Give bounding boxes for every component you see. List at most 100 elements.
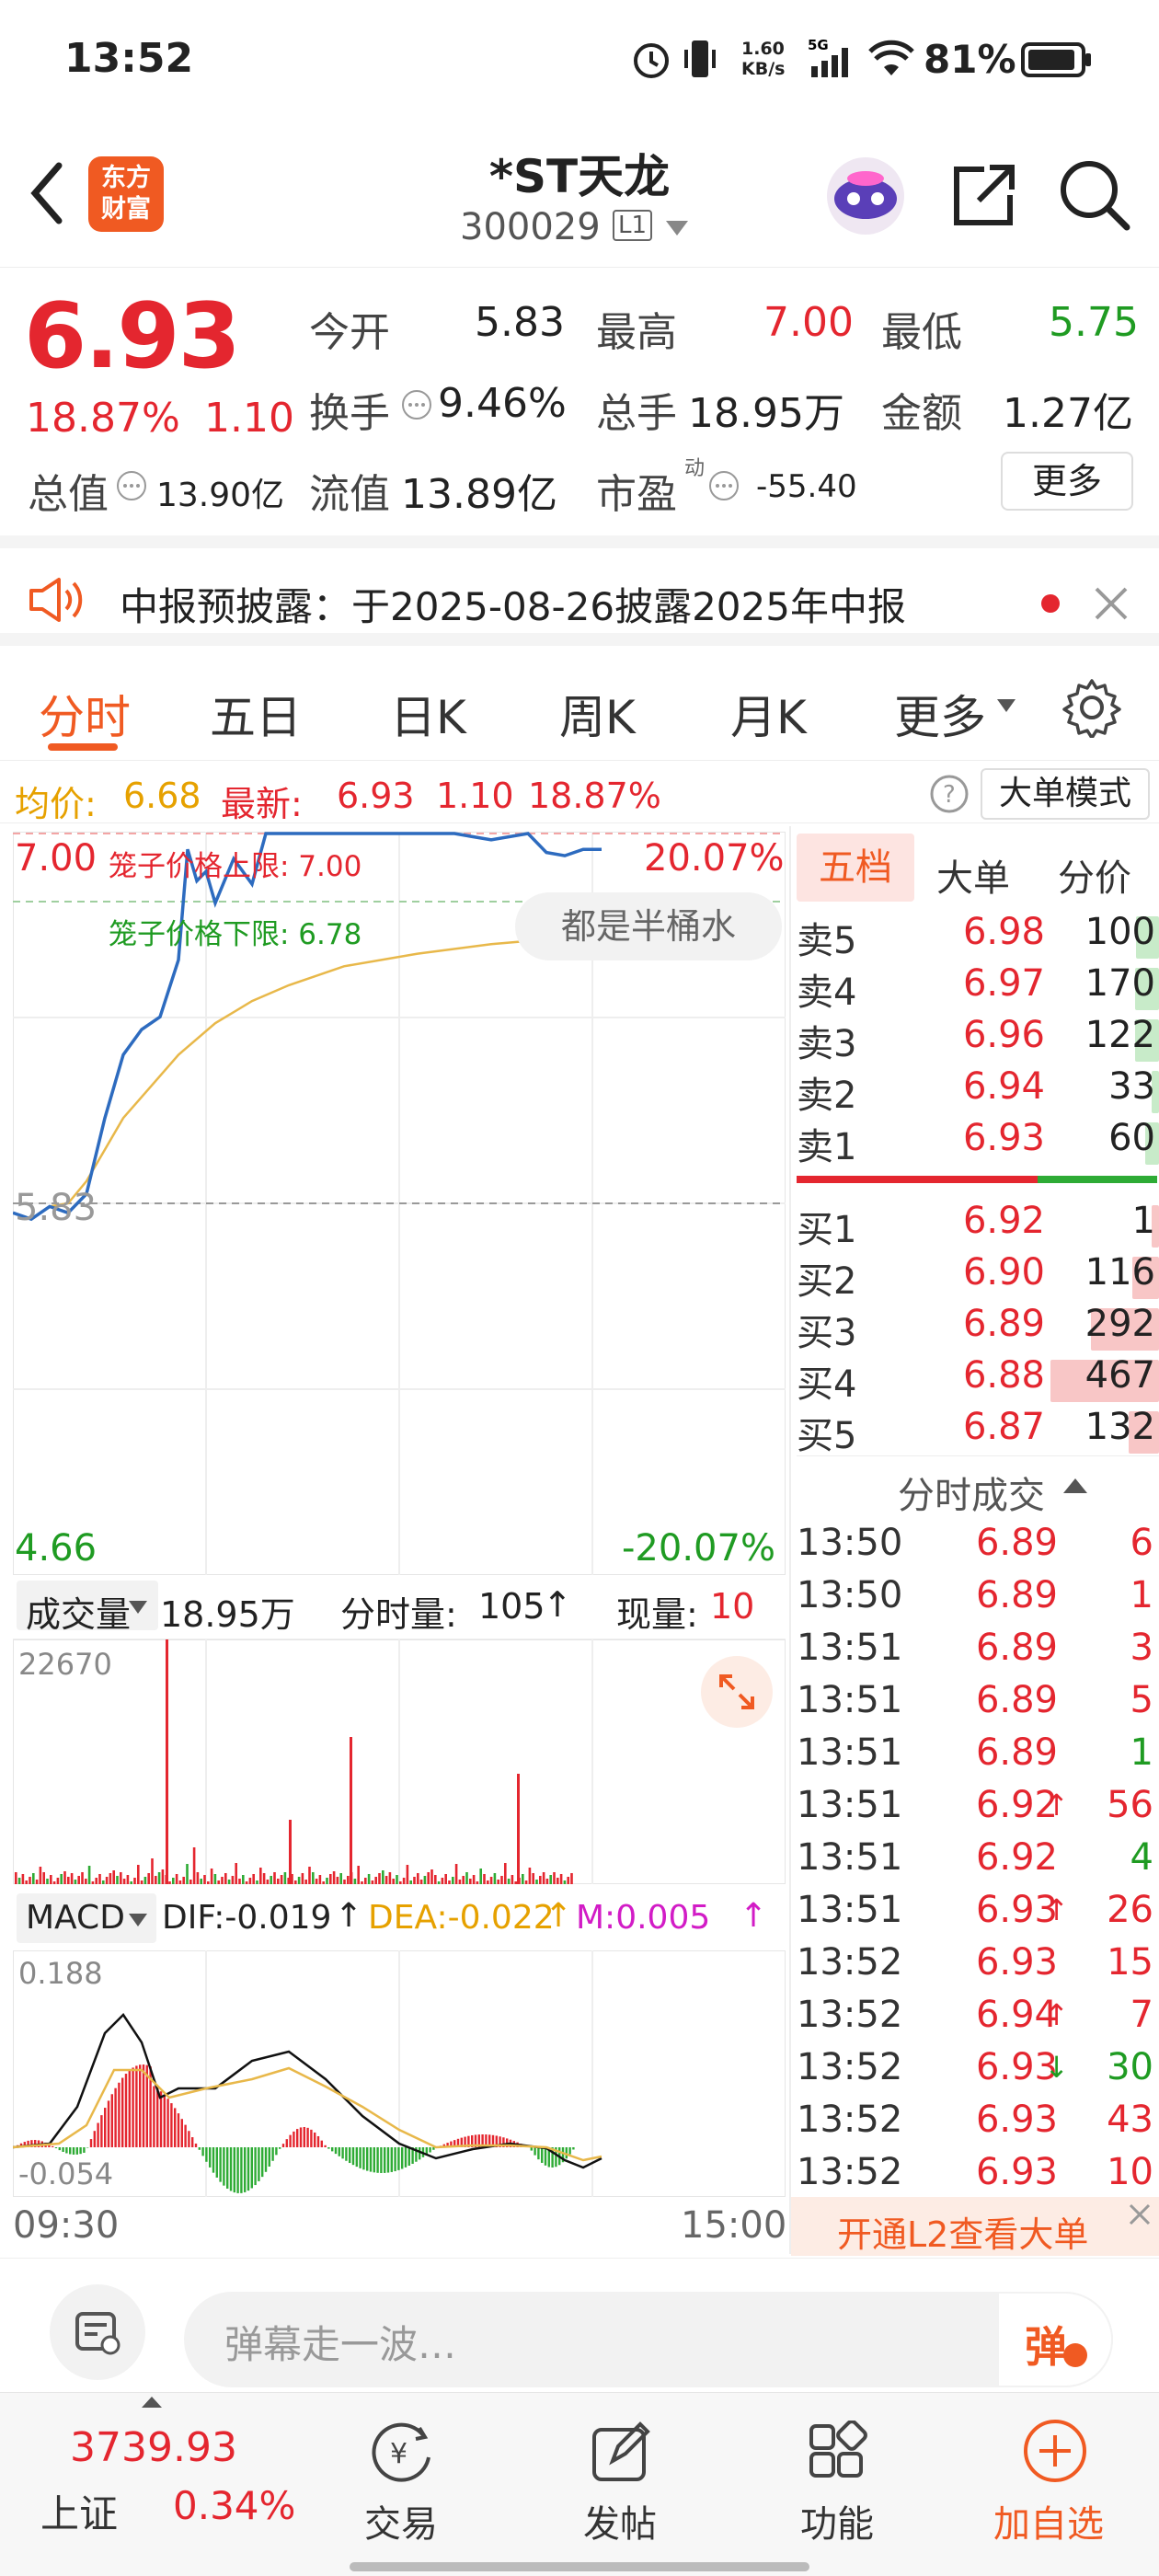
volume-bar: [301, 1873, 304, 1884]
search-icon[interactable]: [1058, 158, 1131, 232]
level-label: 买2: [797, 1260, 857, 1303]
eastmoney-logo[interactable]: 东方 财富: [88, 156, 164, 232]
divider: [789, 826, 791, 2254]
volume-bar: [262, 1873, 266, 1884]
info-dots-icon[interactable]: [116, 470, 147, 501]
share-icon[interactable]: [947, 160, 1017, 230]
bid-row[interactable]: 买5 6.87 132: [797, 1406, 1159, 1457]
volume-bar: [186, 1864, 189, 1884]
add-watchlist-label[interactable]: 加自选: [993, 2494, 1104, 2547]
expand-button[interactable]: [701, 1656, 773, 1728]
trade-volume: 4: [1130, 1836, 1153, 1879]
trade-volume: 1: [1130, 1731, 1153, 1774]
bid-row[interactable]: 买2 6.90 116: [797, 1251, 1159, 1303]
bubble-comment[interactable]: 都是半桶水: [515, 892, 782, 960]
danmaku-settings-icon: [75, 2312, 120, 2355]
volume-bar: [361, 1881, 363, 1884]
bid-row[interactable]: 买1 6.92 1: [797, 1200, 1159, 1251]
level-label: 卖5: [797, 920, 857, 962]
macd-bar: [271, 2147, 274, 2161]
avg-price-bar: 均价: 6.68 最新: 6.93 1.10 18.87% ? 大单模式: [0, 761, 1159, 824]
trade-volume: 15: [1107, 1941, 1153, 1984]
back-icon[interactable]: [26, 160, 66, 226]
trade-volume: 26: [1107, 1889, 1153, 1931]
trade-volume: 10: [1107, 2151, 1153, 2193]
macd-bar: [89, 2139, 93, 2147]
function-label[interactable]: 功能: [800, 2494, 874, 2547]
macd-bar: [541, 2147, 544, 2163]
pe-label: 市盈: [596, 471, 677, 518]
add-watchlist-icon[interactable]: [1021, 2417, 1089, 2485]
big-order-mode-button[interactable]: 大单模式: [981, 768, 1150, 820]
close-icon[interactable]: [1093, 585, 1130, 622]
index-name[interactable]: 上证: [40, 2483, 118, 2539]
bid-row[interactable]: 买4 6.88 467: [797, 1354, 1159, 1406]
trade-yuan-icon[interactable]: ¥: [368, 2421, 438, 2485]
open-l2-banner[interactable]: 开通L2查看大单: [791, 2197, 1159, 2256]
info-dots-icon[interactable]: [401, 389, 432, 420]
bid-row[interactable]: 买3 6.89 292: [797, 1303, 1159, 1354]
trade-arrow: ↑: [1044, 1997, 1069, 2032]
volume-max-label: 22670: [18, 1647, 112, 1682]
macd-bar: [537, 2147, 540, 2160]
post-edit-icon[interactable]: [589, 2421, 653, 2485]
info-dots-icon[interactable]: [708, 470, 740, 501]
tab-monthly-k[interactable]: 月K: [730, 681, 807, 747]
macd-bar: [407, 2147, 410, 2167]
caret-up-icon[interactable]: [142, 2395, 162, 2408]
danmaku-toggle[interactable]: [50, 2284, 145, 2380]
macd-bar: [110, 2094, 113, 2147]
ask-row[interactable]: 卖5 6.98 100: [797, 911, 1159, 962]
ask-row[interactable]: 卖4 6.97 170: [797, 962, 1159, 1014]
ask-row[interactable]: 卖3 6.96 122: [797, 1014, 1159, 1065]
volume-bar: [175, 1874, 178, 1884]
volume-bar: [441, 1878, 444, 1884]
tab-five-day[interactable]: 五日: [210, 681, 302, 747]
volume-bar: [423, 1876, 427, 1884]
caret-down-icon[interactable]: [129, 1601, 147, 1614]
trades-header[interactable]: 分时成交: [797, 1455, 1159, 1520]
volume-bar: [339, 1873, 342, 1884]
index-value[interactable]: 3739.93: [70, 2424, 237, 2471]
index-pct[interactable]: 0.34%: [173, 2483, 295, 2528]
float-value: 13.89亿: [401, 471, 557, 518]
ask-row[interactable]: 卖2 6.94 33: [797, 1065, 1159, 1117]
robot-assistant-icon[interactable]: [824, 155, 907, 237]
volume-bar: [374, 1877, 377, 1884]
tab-five-level[interactable]: 五档: [797, 834, 914, 902]
notice-bar[interactable]: 中报预披露：于2025-08-26披露2025年中报: [0, 535, 1159, 646]
tab-price-dist[interactable]: 分价: [1058, 848, 1131, 902]
settings-gear-icon[interactable]: [1061, 677, 1122, 738]
macd-chart[interactable]: [13, 1950, 786, 2197]
close-icon[interactable]: [1128, 2202, 1152, 2226]
tab-more[interactable]: 更多: [894, 681, 986, 747]
volume-bar: [151, 1858, 154, 1884]
ask-row[interactable]: 卖1 6.93 60: [797, 1117, 1159, 1168]
macd-bar: [177, 2113, 180, 2147]
post-label[interactable]: 发帖: [583, 2494, 657, 2547]
macd-bar: [156, 2088, 159, 2147]
chevron-down-icon[interactable]: [664, 219, 690, 237]
volume-bar: [189, 1880, 192, 1884]
level-qty: 100: [1084, 911, 1155, 953]
macd-bar: [384, 2147, 386, 2173]
danmaku-input[interactable]: 弹幕走一波… 弹: [184, 2292, 1113, 2387]
trade-label[interactable]: 交易: [364, 2494, 438, 2547]
help-icon[interactable]: ?: [929, 774, 970, 814]
volume-chart[interactable]: [13, 1639, 786, 1884]
danmaku-send-button[interactable]: 弹: [997, 2292, 1113, 2387]
tab-daily-k[interactable]: 日K: [390, 681, 466, 747]
tab-intraday[interactable]: 分时: [39, 681, 131, 747]
caret-down-icon[interactable]: [997, 699, 1016, 714]
tab-big-order[interactable]: 大单: [936, 848, 1010, 902]
volume-bar: [444, 1874, 447, 1884]
more-quote-button[interactable]: 更多: [1001, 452, 1133, 511]
tab-weekly-k[interactable]: 周K: [559, 681, 636, 747]
macd-bar: [93, 2131, 96, 2147]
caret-down-icon[interactable]: [129, 1914, 147, 1926]
macd-bar: [107, 2100, 110, 2147]
function-grid-icon[interactable]: [806, 2421, 870, 2485]
volume-bar: [182, 1877, 185, 1884]
per-min-label: 分时量:: [340, 1594, 457, 1635]
trades-title: 分时成交: [898, 1475, 1045, 1517]
